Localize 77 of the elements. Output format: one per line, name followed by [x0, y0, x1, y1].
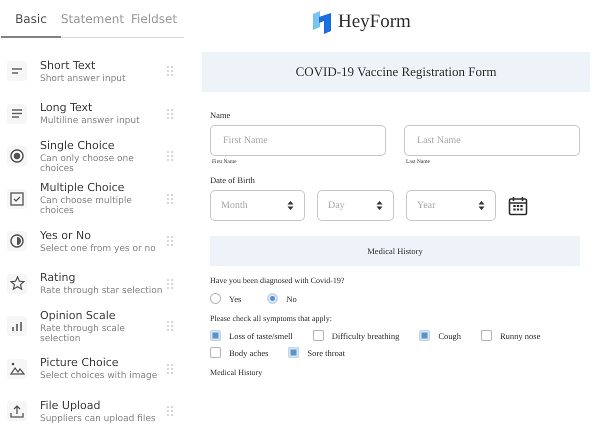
- drag-handle-icon[interactable]: [167, 364, 173, 374]
- item-title: Yes or No: [40, 228, 92, 242]
- item-title: Long Text: [40, 101, 94, 114]
- item-description: Select one from yes or no: [40, 244, 157, 254]
- sort-icon: [287, 200, 294, 211]
- item-description: Multiline answer input: [40, 116, 141, 126]
- drag-handle-icon[interactable]: [167, 236, 173, 246]
- item-description: Can choose multiple choices: [40, 196, 133, 216]
- option-label: No: [286, 294, 297, 304]
- item-description: Rate through scale selection: [40, 324, 126, 344]
- drag-handle-icon[interactable]: [167, 66, 173, 76]
- drag-handle-icon[interactable]: [167, 278, 173, 289]
- item-title: Single Choice: [40, 138, 116, 152]
- item-title: Short Text: [40, 58, 96, 72]
- brand-name: HeyForm: [338, 11, 411, 33]
- field-label: Date of Birth: [210, 175, 256, 185]
- field-type-item[interactable]: Yes or No Select one from yes or no: [0, 220, 186, 262]
- item-title: Multiple Choice: [40, 181, 126, 194]
- calendar-icon[interactable]: [508, 196, 528, 216]
- input-field[interactable]: Last Name: [404, 125, 580, 156]
- checkbox[interactable]: [210, 330, 221, 341]
- field-type-item[interactable]: Rating Rate through star selection: [0, 262, 186, 305]
- checkbox[interactable]: [481, 330, 492, 341]
- option-label: Sore throat: [307, 348, 345, 358]
- drag-handle-icon[interactable]: [167, 108, 173, 119]
- field-type-item[interactable]: Long Text Multiline answer input: [0, 92, 186, 135]
- option-label: Difficulty breathing: [332, 330, 400, 340]
- option-label: Body aches: [229, 348, 268, 358]
- option-label: Cough: [438, 330, 462, 340]
- checkbox[interactable]: [288, 347, 300, 358]
- upload-icon: [10, 404, 24, 418]
- option-label: Yes: [229, 294, 242, 304]
- option-label: Loss of taste/smell: [229, 330, 293, 340]
- field-type-item[interactable]: Opinion Scale Rate through scale selection: [0, 305, 186, 348]
- drag-handle-icon[interactable]: [167, 321, 173, 332]
- tab[interactable]: Basic: [1, 0, 61, 38]
- item-title: File Upload: [40, 398, 102, 412]
- long-text-icon: [11, 109, 23, 118]
- item-description: Select choices with image: [40, 371, 158, 382]
- mountain-icon: [10, 362, 24, 376]
- checkbox[interactable]: [419, 330, 430, 341]
- input-field[interactable]: First Name: [210, 125, 386, 156]
- field-label: Name: [210, 110, 232, 120]
- item-title: Rating: [40, 271, 76, 284]
- item-description: Can only choose one choices: [40, 154, 135, 174]
- field-label: Medical History: [210, 368, 264, 377]
- checkbox[interactable]: [312, 330, 324, 341]
- item-description: Rate through star selection: [40, 286, 164, 296]
- item-description: Short answer input: [40, 74, 127, 84]
- section-title: Medical History: [367, 246, 423, 256]
- drag-handle-icon[interactable]: [167, 194, 173, 204]
- question-label: Have you been diagnosed with Covid-19?: [210, 276, 346, 285]
- drag-handle-icon[interactable]: [167, 151, 173, 162]
- radio-button[interactable]: [267, 293, 278, 304]
- half-circle-icon: [10, 234, 24, 248]
- field-type-item[interactable]: Short Text Short answer input: [0, 50, 186, 92]
- item-description: Suppliers can upload files: [40, 414, 157, 424]
- checkbox-icon: [10, 192, 24, 206]
- logo-icon: [312, 10, 332, 34]
- radio-button[interactable]: [210, 293, 221, 304]
- star-icon: [10, 276, 24, 292]
- question-label: Please check all symptoms that apply:: [210, 314, 333, 323]
- option-label: Runny nose: [500, 330, 540, 340]
- radio-icon: [10, 149, 24, 164]
- item-title: Opinion Scale: [40, 308, 117, 322]
- sort-icon: [478, 200, 485, 211]
- field-type-item[interactable]: Single Choice Can only choose one choices: [0, 135, 186, 178]
- bar-chart-icon: [11, 320, 23, 332]
- short-text-icon: [11, 68, 23, 74]
- sort-icon: [376, 200, 383, 211]
- drag-handle-icon[interactable]: [167, 406, 173, 416]
- item-title: Picture Choice: [40, 356, 120, 370]
- field-type-item[interactable]: Picture Choice Select choices with image: [0, 348, 186, 390]
- checkbox[interactable]: [210, 347, 221, 358]
- field-type-item[interactable]: Multiple Choice Can choose multiple choices: [0, 178, 186, 220]
- field-type-item[interactable]: File Upload Suppliers can upload files: [0, 390, 186, 432]
- form-title: COVID-19 Vaccine Registration Form: [296, 64, 496, 80]
